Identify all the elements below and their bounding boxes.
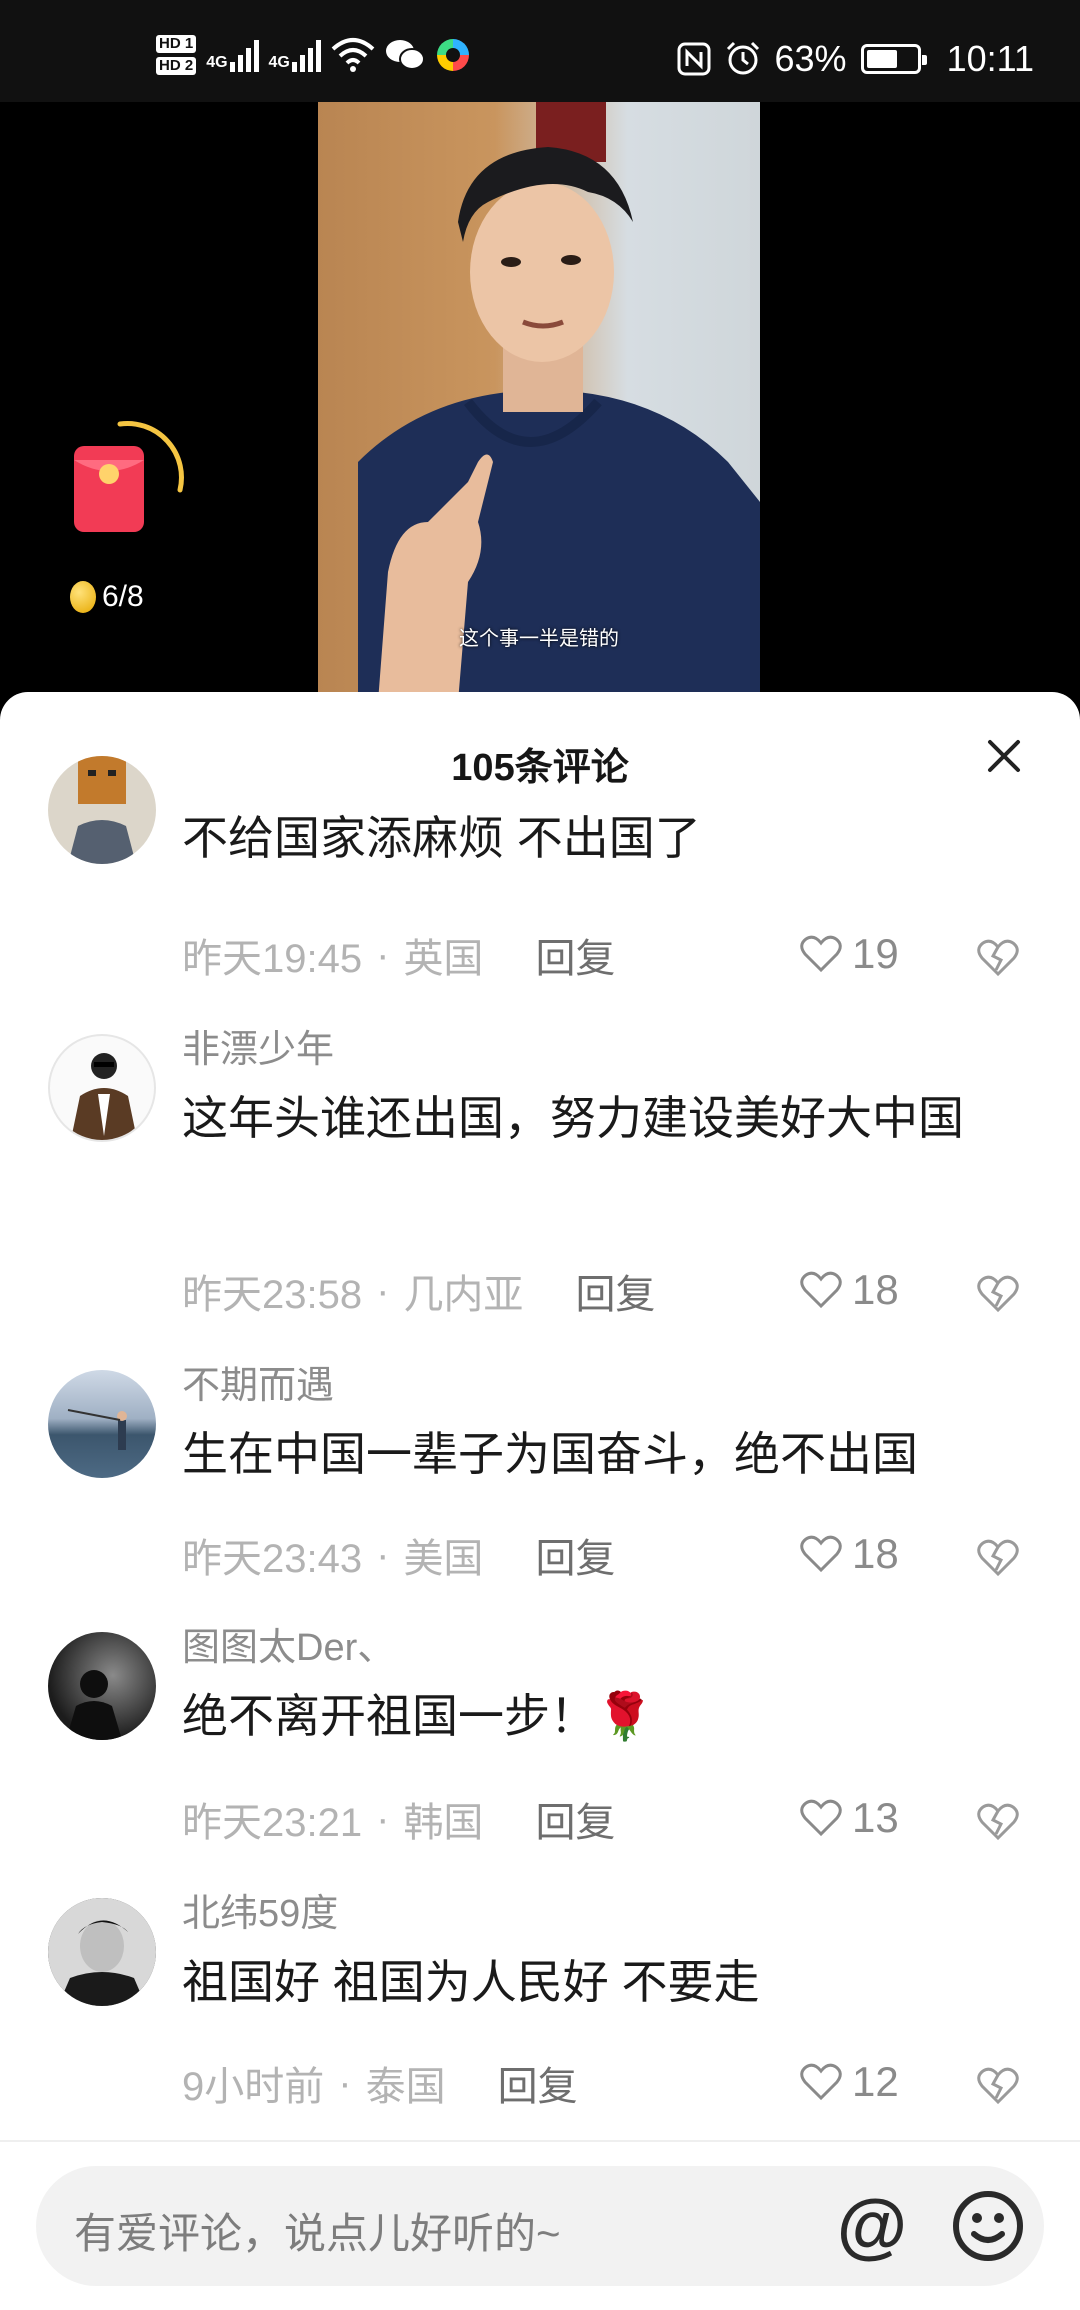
- reply-button[interactable]: 回复: [535, 1790, 615, 1848]
- comment-location: 英国: [403, 937, 484, 981]
- like-count: 19: [852, 930, 899, 977]
- like-count: 13: [852, 1794, 899, 1841]
- avatar[interactable]: [48, 1898, 156, 2006]
- broken-heart-icon[interactable]: [976, 1800, 1020, 1844]
- comment-text: 这年头谁还出国，努力建设美好大中国: [182, 1092, 964, 1144]
- video-frame: 这个事一半是错的: [318, 102, 760, 692]
- wechat-icon: [385, 40, 425, 70]
- signal-2: 4G: [269, 38, 321, 72]
- app-notification-icon: [436, 39, 469, 71]
- avatar[interactable]: [48, 756, 156, 864]
- comment-location: 韩国: [403, 1801, 484, 1845]
- clock: 10:11: [946, 38, 1034, 79]
- coin-progress: 6/8: [70, 580, 144, 614]
- like-button[interactable]: 18: [800, 1266, 899, 1314]
- network-type-1: 4G: [206, 54, 228, 71]
- comment-meta: 昨天23:43 · 美国 回复: [182, 1526, 615, 1584]
- signal-bars-icon: [291, 38, 321, 72]
- network-type-2: 4G: [268, 54, 290, 71]
- avatar[interactable]: [48, 1632, 156, 1740]
- comment-meta: 9小时前 · 泰国 回复: [182, 2054, 578, 2112]
- heart-icon: [800, 2063, 842, 2101]
- heart-icon: [800, 935, 842, 973]
- comment-text: 不给国家添麻烦 不出国了: [182, 812, 701, 864]
- comment-time: 昨天23:58: [182, 1273, 363, 1317]
- close-icon[interactable]: [984, 736, 1024, 776]
- comment-input-placeholder[interactable]: 有爱评论，说点儿好听的~: [74, 2200, 561, 2261]
- comment-location: 泰国: [365, 2065, 446, 2109]
- status-bar: HD 1 HD 2 4G 4G 63% 10:11: [0, 0, 1080, 102]
- heart-icon: [800, 1799, 842, 1837]
- comment-input[interactable]: 有爱评论，说点儿好听的~ @: [36, 2166, 1044, 2286]
- hd2-badge: HD 2: [156, 57, 197, 75]
- comment-meta: 昨天23:58 · 几内亚 回复: [182, 1262, 655, 1320]
- comment-username[interactable]: 图图太Der、: [182, 1616, 395, 1671]
- comment-text: 祖国好 祖国为人民好 不要走: [182, 1956, 760, 2008]
- comment-count-title: 105条评论: [451, 747, 629, 789]
- like-button[interactable]: 18: [800, 1530, 899, 1578]
- comment-time: 昨天23:43: [182, 1537, 363, 1581]
- battery-icon: [860, 44, 927, 74]
- video-subtitle: 这个事一半是错的: [459, 628, 619, 650]
- comment-meta: 昨天23:21 · 韩国 回复: [182, 1790, 615, 1848]
- hd1-badge: HD 1: [156, 35, 197, 53]
- like-button[interactable]: 19: [800, 930, 899, 978]
- wifi-icon: [331, 38, 375, 72]
- comment-meta: 昨天19:45 · 英国 回复: [182, 926, 615, 984]
- battery-percent: 63%: [774, 38, 847, 79]
- input-divider: [0, 2140, 1080, 2142]
- presenter-image: [358, 147, 760, 692]
- comment-time: 昨天23:21: [182, 1801, 363, 1845]
- nfc-icon: [677, 42, 711, 76]
- like-button[interactable]: 12: [800, 2058, 899, 2106]
- video-player[interactable]: 这个事一半是错的 6/8: [0, 102, 1080, 692]
- comment-username[interactable]: 北纬59度: [182, 1882, 338, 1937]
- broken-heart-icon[interactable]: [976, 1536, 1020, 1580]
- reply-button[interactable]: 回复: [498, 2054, 578, 2112]
- like-count: 18: [852, 1266, 899, 1313]
- comment-text: 生在中国一辈子为国奋斗，绝不出国: [182, 1428, 918, 1480]
- comment-text: 绝不离开祖国一步！🌹: [182, 1690, 654, 1742]
- red-packet-icon[interactable]: [70, 420, 188, 538]
- alarm-icon: [726, 41, 759, 75]
- comment-sheet: 105条评论 不给国家添麻烦 不出国了 昨天19:45 · 英国 回复 19 非…: [0, 692, 1080, 2310]
- broken-heart-icon[interactable]: [976, 1272, 1020, 1316]
- comment-time: 昨天19:45: [182, 937, 363, 981]
- status-right: 63% 10:11: [677, 38, 1034, 80]
- like-count: 12: [852, 2058, 899, 2105]
- gold-egg-icon: [70, 581, 96, 613]
- status-left: HD 1 HD 2 4G 4G: [156, 30, 471, 80]
- like-button[interactable]: 13: [800, 1794, 899, 1842]
- comment-location: 美国: [403, 1537, 484, 1581]
- signal-bars-icon: [229, 38, 259, 72]
- signal-1: 4G: [206, 38, 259, 72]
- heart-icon: [800, 1535, 842, 1573]
- reply-button[interactable]: 回复: [535, 926, 615, 984]
- emoji-icon[interactable]: [946, 2184, 1030, 2268]
- comment-username[interactable]: 非漂少年: [182, 1018, 334, 1073]
- heart-icon: [800, 1271, 842, 1309]
- reply-button[interactable]: 回复: [535, 1526, 615, 1584]
- like-count: 18: [852, 1530, 899, 1577]
- avatar[interactable]: [48, 1370, 156, 1478]
- reply-button[interactable]: 回复: [575, 1262, 655, 1320]
- avatar[interactable]: [48, 1034, 156, 1142]
- comment-username[interactable]: 不期而遇: [182, 1354, 334, 1409]
- broken-heart-icon[interactable]: [976, 936, 1020, 980]
- broken-heart-icon[interactable]: [976, 2064, 1020, 2108]
- coin-progress-text: 6/8: [102, 580, 144, 613]
- hd-badges: HD 1 HD 2: [156, 35, 197, 75]
- comment-location: 几内亚: [403, 1273, 524, 1317]
- comment-time: 9小时前: [182, 2065, 325, 2109]
- mention-button[interactable]: @: [830, 2184, 914, 2268]
